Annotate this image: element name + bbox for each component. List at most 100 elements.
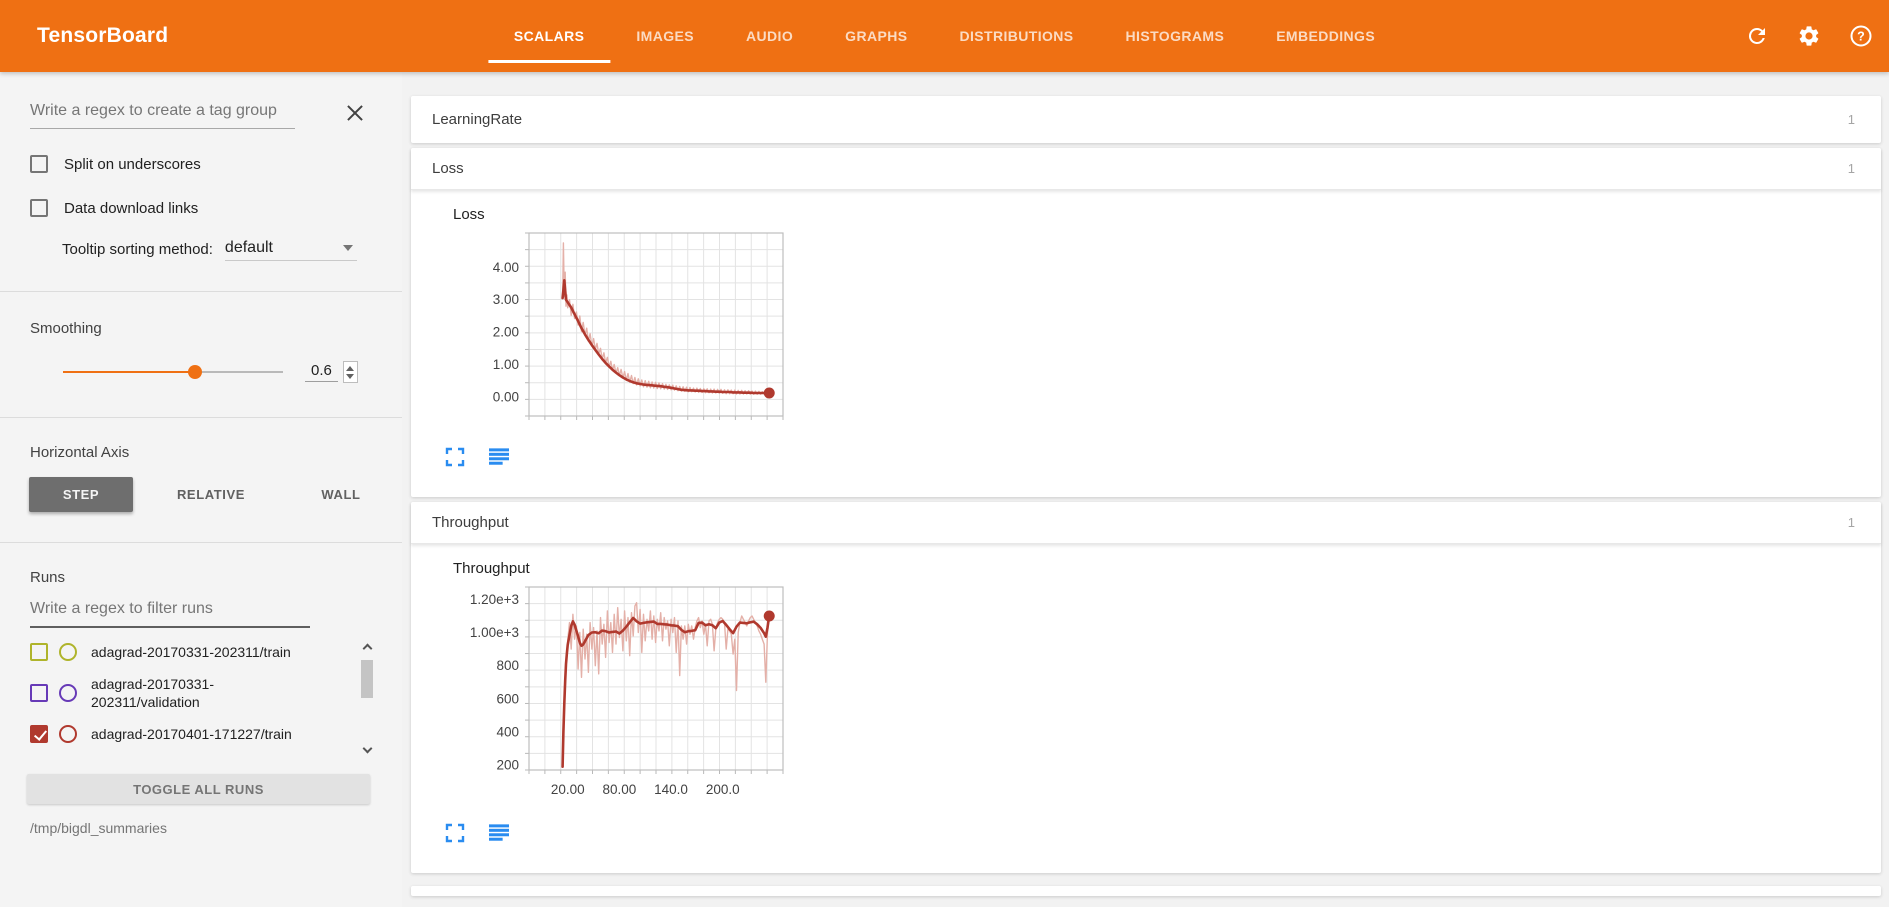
runs-list: adagrad-20170331-202311/train adagrad-201… xyxy=(30,632,375,764)
svg-text:1.00e+3: 1.00e+3 xyxy=(470,625,519,640)
run-item[interactable]: adagrad-20170401-171227/train xyxy=(30,714,330,754)
svg-text:20.00: 20.00 xyxy=(551,782,585,797)
runs-label: Runs xyxy=(30,569,402,586)
scroll-down-icon[interactable] xyxy=(359,742,375,758)
data-download-checkbox[interactable] xyxy=(30,199,48,217)
smoothing-slider[interactable] xyxy=(63,365,283,379)
run-checkbox[interactable] xyxy=(30,643,48,661)
tab-scalars[interactable]: SCALARS xyxy=(488,0,610,72)
tooltip-sorting-label: Tooltip sorting method: xyxy=(62,241,213,261)
run-item[interactable]: adagrad- xyxy=(30,754,330,764)
runs-selector-icon[interactable] xyxy=(489,447,509,467)
svg-text:2.00: 2.00 xyxy=(493,325,519,340)
sidebar: Split on underscores Data download links… xyxy=(0,72,402,907)
tag-filter-row xyxy=(30,98,402,129)
line-chart[interactable]: 2004006008001.00e+31.20e+320.0080.00140.… xyxy=(441,581,789,804)
horizontal-axis-options: STEP RELATIVE WALL xyxy=(30,477,402,512)
tooltip-sorting-row: Tooltip sorting method: default xyxy=(62,239,402,261)
category-loss: Loss 1 Loss0.001.002.003.004.00 xyxy=(411,148,1881,497)
tag-group-regex-input[interactable] xyxy=(30,98,295,129)
tab-distributions[interactable]: DISTRIBUTIONS xyxy=(933,0,1099,72)
run-color-circle[interactable] xyxy=(59,684,77,702)
smoothing-label: Smoothing xyxy=(30,320,402,337)
stepper-down-icon[interactable] xyxy=(346,374,354,379)
smoothing-value[interactable]: 0.6 xyxy=(305,362,338,382)
run-checkbox[interactable] xyxy=(30,725,48,743)
settings-gear-icon[interactable] xyxy=(1797,24,1821,48)
category-throughput: Throughput 1 Throughput2004006008001.00e… xyxy=(411,502,1881,873)
tab-audio[interactable]: AUDIO xyxy=(720,0,819,72)
tab-embeddings[interactable]: EMBEDDINGS xyxy=(1250,0,1401,72)
svg-text:600: 600 xyxy=(496,691,519,706)
category-header-learningrate[interactable]: LearningRate 1 xyxy=(411,96,1881,143)
help-icon[interactable]: ? xyxy=(1849,24,1873,48)
app-header: TensorBoard SCALARSIMAGESAUDIOGRAPHSDIST… xyxy=(0,0,1889,72)
tab-graphs[interactable]: GRAPHS xyxy=(819,0,933,72)
toggle-all-runs-button[interactable]: TOGGLE ALL RUNS xyxy=(27,774,370,804)
category-learningrate: LearningRate 1 xyxy=(411,96,1881,143)
log-directory-path: /tmp/bigdl_summaries xyxy=(30,820,402,836)
chart-actions xyxy=(445,823,1881,843)
runs-regex-input[interactable] xyxy=(30,596,310,628)
svg-text:0.00: 0.00 xyxy=(493,389,519,404)
category-header-throughput[interactable]: Throughput 1 xyxy=(411,502,1881,544)
category-title: Throughput xyxy=(432,514,509,531)
slider-fill xyxy=(63,371,195,373)
svg-text:200: 200 xyxy=(496,758,519,773)
chart-block: Throughput2004006008001.00e+31.20e+320.0… xyxy=(441,560,1881,843)
divider xyxy=(0,542,402,543)
chart-title: Loss xyxy=(453,206,1881,223)
svg-text:?: ? xyxy=(1857,30,1865,44)
svg-text:1.20e+3: 1.20e+3 xyxy=(470,592,519,607)
category-count: 1 xyxy=(1848,515,1855,530)
tab-histograms[interactable]: HISTOGRAMS xyxy=(1100,0,1251,72)
category-count: 1 xyxy=(1848,112,1855,127)
stepper-up-icon[interactable] xyxy=(346,366,354,371)
smoothing-stepper[interactable] xyxy=(343,361,358,383)
runs-filter-row xyxy=(30,596,402,628)
expand-chart-icon[interactable] xyxy=(445,447,465,467)
category-title: LearningRate xyxy=(432,111,522,128)
tooltip-sorting-dropdown[interactable]: default xyxy=(225,239,357,261)
run-item[interactable]: adagrad-20170331-202311/validation xyxy=(30,672,330,714)
refresh-icon[interactable] xyxy=(1745,24,1769,48)
horizontal-axis-label: Horizontal Axis xyxy=(30,444,402,461)
svg-text:3.00: 3.00 xyxy=(493,292,519,307)
scrollbar-thumb[interactable] xyxy=(361,660,373,698)
chart-actions xyxy=(445,447,1881,467)
run-color-circle[interactable] xyxy=(59,725,77,743)
runs-scrollbar[interactable] xyxy=(359,638,375,758)
chevron-down-icon xyxy=(343,245,353,251)
expand-chart-icon[interactable] xyxy=(445,823,465,843)
divider xyxy=(0,291,402,292)
svg-text:4.00: 4.00 xyxy=(493,260,519,275)
slider-thumb[interactable] xyxy=(188,365,202,379)
tab-images[interactable]: IMAGES xyxy=(610,0,720,72)
split-underscores-row[interactable]: Split on underscores xyxy=(30,155,402,173)
category-count: 1 xyxy=(1848,161,1855,176)
tooltip-sorting-value: default xyxy=(225,239,273,257)
svg-text:400: 400 xyxy=(496,724,519,739)
run-name: adagrad-20170331-202311/validation xyxy=(91,675,309,711)
run-item[interactable]: adagrad-20170331-202311/train xyxy=(30,632,330,672)
axis-option-relative[interactable]: RELATIVE xyxy=(159,477,263,512)
chart-block: Loss0.001.002.003.004.00 xyxy=(441,206,1881,467)
category-title: Loss xyxy=(432,160,464,177)
close-icon[interactable] xyxy=(343,101,367,125)
line-chart[interactable]: 0.001.002.003.004.00 xyxy=(441,227,789,428)
runs-selector-icon[interactable] xyxy=(489,823,509,843)
run-name: adagrad-20170401-171227/train xyxy=(91,725,309,743)
run-checkbox[interactable] xyxy=(30,684,48,702)
axis-option-step[interactable]: STEP xyxy=(29,477,133,512)
run-color-circle[interactable] xyxy=(59,643,77,661)
header-actions: ? xyxy=(1745,0,1873,72)
data-download-row[interactable]: Data download links xyxy=(30,199,402,217)
category-header-loss[interactable]: Loss 1 xyxy=(411,148,1881,190)
axis-option-wall[interactable]: WALL xyxy=(289,477,393,512)
svg-text:140.0: 140.0 xyxy=(654,782,688,797)
next-category-partial xyxy=(411,886,1881,896)
scroll-up-icon[interactable] xyxy=(359,638,375,654)
split-underscores-checkbox[interactable] xyxy=(30,155,48,173)
chart-title: Throughput xyxy=(453,560,1881,577)
run-name: adagrad-20170331-202311/train xyxy=(91,643,309,661)
